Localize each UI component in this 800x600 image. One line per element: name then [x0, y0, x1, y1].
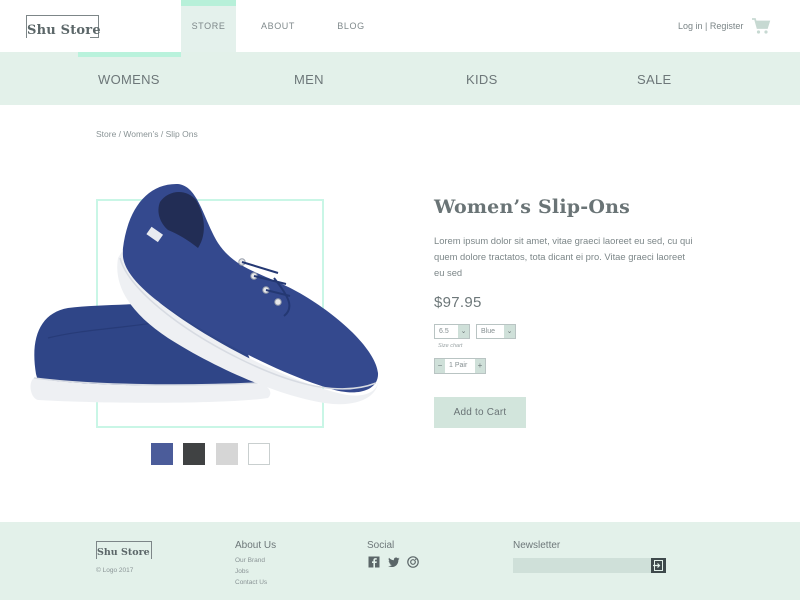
footer-link-jobs[interactable]: Jobs: [235, 568, 249, 575]
chevron-down-icon: ⌄: [504, 325, 515, 338]
tab-blog[interactable]: BLOG: [320, 0, 382, 52]
instagram-icon[interactable]: [407, 556, 419, 568]
color-select[interactable]: Blue ⌄: [476, 324, 516, 339]
login-register-link[interactable]: Log in | Register: [678, 21, 743, 31]
category-men[interactable]: MEN: [294, 72, 324, 87]
category-womens[interactable]: WOMENS: [98, 72, 160, 87]
breadcrumb[interactable]: Store / Women’s / Slip Ons: [96, 129, 198, 139]
swatch-grey[interactable]: [216, 443, 238, 465]
add-to-cart-button[interactable]: Add to Cart: [434, 397, 526, 428]
newsletter-input[interactable]: [513, 558, 666, 573]
category-kids[interactable]: KIDS: [466, 72, 498, 87]
tab-store[interactable]: STORE: [181, 0, 236, 52]
active-tab-indicator: [78, 52, 181, 57]
product-price: $97.95: [434, 294, 482, 311]
swatch-charcoal[interactable]: [183, 443, 205, 465]
site-header: Shu Store STORE ABOUT BLOG Log in | Regi…: [0, 0, 800, 52]
footer-newsletter-heading: Newsletter: [513, 540, 561, 551]
footer-social-heading: Social: [367, 540, 395, 551]
category-nav: WOMENS MEN KIDS SALE: [0, 52, 800, 105]
facebook-icon[interactable]: [368, 556, 380, 568]
size-select-value: 6.5: [439, 328, 449, 335]
footer-link-our-brand[interactable]: Our Brand: [235, 557, 265, 564]
color-select-value: Blue: [481, 328, 496, 335]
logo-text[interactable]: Shu Store: [27, 23, 101, 38]
category-sale[interactable]: SALE: [637, 72, 671, 87]
footer-copyright: © Logo 2017: [96, 567, 134, 574]
product-description: Lorem ipsum dolor sit amet, vitae graeci…: [434, 235, 693, 278]
quantity-value[interactable]: 1 Pair: [449, 362, 467, 369]
quantity-minus-button[interactable]: −: [435, 359, 445, 373]
footer-about-heading: About Us: [235, 540, 277, 551]
footer-logo[interactable]: Shu Store: [97, 547, 150, 558]
swatch-blue[interactable]: [151, 443, 173, 465]
cart-icon[interactable]: [751, 17, 771, 35]
twitter-icon[interactable]: [388, 556, 400, 568]
quantity-plus-button[interactable]: +: [475, 359, 485, 373]
footer-link-contact-us[interactable]: Contact Us: [235, 579, 267, 586]
swatch-white[interactable]: [248, 443, 270, 465]
top-nav: STORE ABOUT BLOG: [181, 0, 382, 52]
quantity-stepper: − 1 Pair +: [434, 358, 486, 374]
size-chart-link[interactable]: Size chart: [438, 343, 462, 349]
chevron-down-icon: ⌄: [458, 325, 469, 338]
product-title: Women’s Slip-Ons: [434, 196, 630, 218]
submit-arrow-icon[interactable]: [651, 558, 666, 573]
site-footer: [0, 522, 800, 600]
size-select[interactable]: 6.5 ⌄: [434, 324, 470, 339]
tab-about[interactable]: ABOUT: [236, 0, 320, 52]
product-image[interactable]: [28, 178, 384, 410]
